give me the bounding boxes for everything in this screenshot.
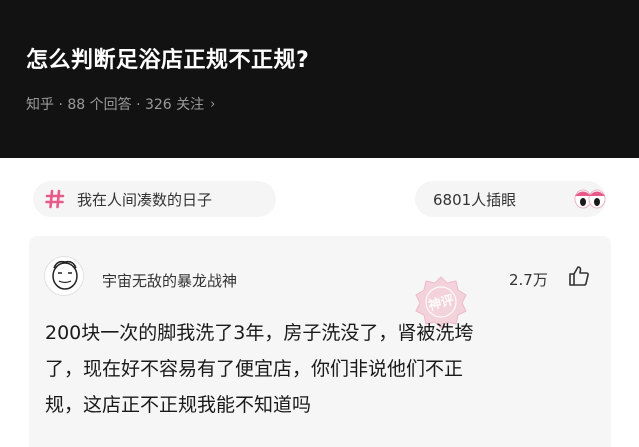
view-count: 6801人插眼 xyxy=(433,190,517,209)
avatar[interactable] xyxy=(44,256,84,296)
question-meta: 知乎 · 88 个回答 · 326 关注 xyxy=(26,97,205,113)
answer-line: 200块一次的脚我洗了3年，房子洗没了，肾被洗垮 xyxy=(45,322,474,344)
answer-line: 规，这店正不正规我能不知道吗 xyxy=(45,394,312,416)
question-meta-link[interactable]: 知乎 · 88 个回答 · 326 关注 › xyxy=(26,94,215,114)
answer-line: 了，现在好不容易有了便宜店，你们非说他们不正 xyxy=(45,358,464,380)
chevron-right-icon: › xyxy=(210,96,216,112)
topic-tag[interactable]: 我在人间凑数的日子 xyxy=(33,181,276,217)
thumbs-up-icon[interactable] xyxy=(567,264,591,288)
answer-text[interactable]: 200块一次的脚我洗了3年，房子洗没了，肾被洗垮 了，现在好不容易有了便宜店，你… xyxy=(45,315,595,423)
author-name[interactable]: 宇宙无敌的暴龙战神 xyxy=(102,270,237,291)
like-count: 2.7万 xyxy=(509,271,548,289)
question-title[interactable]: 怎么判断足浴店正规不正规? xyxy=(26,42,309,74)
question-header: 怎么判断足浴店正规不正规? 知乎 · 88 个回答 · 326 关注 › xyxy=(0,0,639,158)
topic-label: 我在人间凑数的日子 xyxy=(77,190,213,209)
eyes-icon xyxy=(572,183,608,215)
view-count-pill[interactable]: 6801人插眼 xyxy=(415,181,606,217)
hash-icon xyxy=(45,189,65,209)
